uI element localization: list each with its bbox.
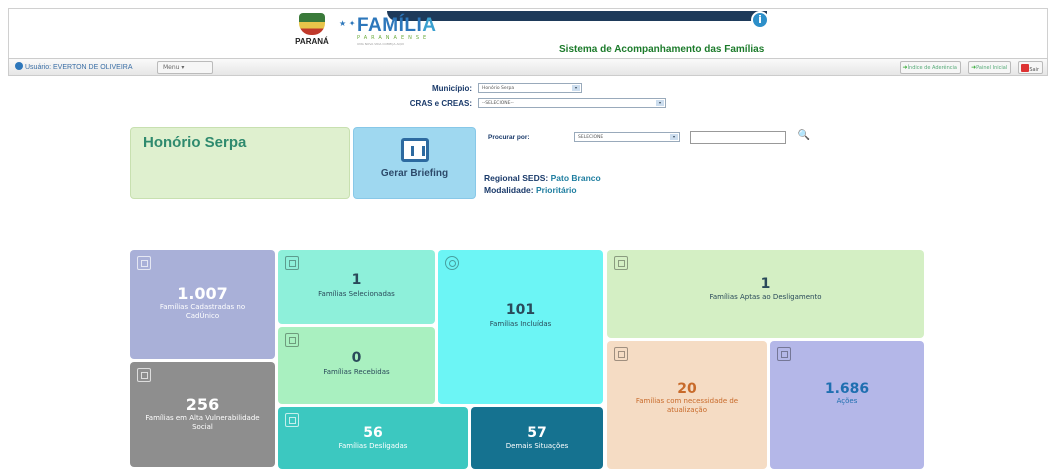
user-label: Usuário: EVERTON DE OLIVEIRA	[15, 62, 133, 71]
cras-label: CRAS e CREAS:	[409, 99, 472, 108]
city-name: Honório Serpa	[143, 134, 247, 151]
tile-value: 1	[351, 272, 362, 288]
regional-info: Regional SEDS: Pato Branco	[484, 173, 601, 183]
tile-label: Famílias Selecionadas	[318, 290, 395, 298]
tile-atualizacao[interactable]: 20 Famílias com necessidade de atualizaç…	[607, 341, 767, 469]
modalidade-info: Modalidade: Prioritário	[484, 185, 577, 195]
municipio-select[interactable]: Honório Serpa ▾	[478, 83, 582, 93]
tile-value: 1.686	[824, 381, 870, 397]
tile-label: Famílias Desligadas	[338, 442, 408, 450]
tile-label: Famílias Cadastradas no	[159, 303, 246, 311]
search-input[interactable]	[690, 131, 786, 144]
target-icon	[445, 256, 459, 270]
chevron-down-icon: ▾	[656, 100, 664, 106]
house-icon	[137, 256, 151, 270]
tile-label: Famílias com necessidade de	[635, 397, 739, 405]
toolbar-right-actions: ➜Índice de Aderência ➜Painel Inicial Sai…	[898, 61, 1043, 74]
system-title: Sistema de Acompanhamento das Famílias	[559, 44, 765, 55]
parana-logo-text: PARANÁ	[295, 37, 329, 46]
tile-label: Famílias Recebidas	[323, 368, 390, 376]
search-icon: 🔍	[797, 130, 811, 141]
report-chart-icon	[400, 138, 429, 162]
app-header: i PARANÁ ★ ✦ FAMÍLIA PARANAENSE UMA NOVA…	[8, 8, 1048, 58]
tile-desligadas[interactable]: 56 Famílias Desligadas	[278, 407, 468, 469]
city-panel: Honório Serpa	[130, 127, 350, 199]
clipboard-icon	[777, 347, 791, 361]
search-by-select[interactable]: SELECIONE ▾	[574, 132, 680, 142]
chevron-down-icon: ▾	[670, 134, 678, 140]
briefing-label: Gerar Briefing	[380, 168, 449, 179]
tile-label: Famílias em Alta Vulnerabilidade	[145, 414, 260, 422]
tile-label: atualização	[666, 406, 708, 414]
familia-slogan: UMA NOVA VIDA COMEÇA AQUI	[357, 42, 404, 46]
tile-aptas-desligamento[interactable]: 1 Famílias Aptas ao Desligamento	[607, 250, 924, 338]
house-check-icon	[614, 256, 628, 270]
tile-value: 56	[363, 425, 383, 441]
search-document-icon	[285, 256, 299, 270]
exit-button[interactable]: Sair	[1018, 61, 1043, 74]
tile-cadastradas[interactable]: 1.007 Famílias Cadastradas no CadÚnico	[130, 250, 275, 359]
building-icon	[137, 368, 151, 382]
familia-logo: FAMÍLIA PARANAENSE UMA NOVA VIDA COMEÇA …	[357, 15, 447, 57]
tile-value: 101	[505, 302, 536, 318]
user-icon	[15, 62, 23, 70]
tile-value: 20	[677, 381, 697, 397]
tile-label: Famílias Incluídas	[489, 320, 552, 328]
coat-of-arms-icon	[299, 13, 325, 35]
tile-recebidas[interactable]: 0 Famílias Recebidas	[278, 327, 435, 404]
tile-value: 0	[351, 350, 362, 366]
search-button[interactable]: 🔍	[796, 130, 812, 145]
exit-list-icon	[285, 413, 299, 427]
chevron-down-icon: ▾	[572, 85, 580, 91]
tile-label: Demais Situações	[505, 442, 569, 450]
page-root: i PARANÁ ★ ✦ FAMÍLIA PARANAENSE UMA NOVA…	[0, 0, 1063, 471]
home-panel-button[interactable]: ➜Painel Inicial	[968, 61, 1012, 74]
tile-demais-situacoes[interactable]: 57 Demais Situações	[471, 407, 603, 469]
tile-label: Ações	[836, 397, 858, 405]
cras-select[interactable]: --SELECIONE-- ▾	[478, 98, 666, 108]
generate-briefing-button[interactable]: Gerar Briefing	[353, 127, 476, 199]
search-by-label: Procurar por:	[488, 134, 530, 141]
transfer-icon	[285, 333, 299, 347]
tile-incluidas[interactable]: 101 Famílias Incluídas	[438, 250, 603, 404]
tile-acoes[interactable]: 1.686 Ações	[770, 341, 924, 469]
info-icon[interactable]: i	[751, 11, 769, 29]
menu-button[interactable]: Menu ▾	[157, 61, 213, 74]
tile-label: Famílias Aptas ao Desligamento	[709, 293, 822, 301]
tile-value: 1.007	[177, 284, 228, 303]
user-toolbar: Usuário: EVERTON DE OLIVEIRA Menu ▾ ➜Índ…	[8, 58, 1048, 76]
adherence-index-button[interactable]: ➜Índice de Aderência	[899, 61, 961, 74]
tile-label: CadÚnico	[185, 312, 220, 320]
tile-value: 1	[760, 276, 771, 292]
parana-logo: PARANÁ	[294, 13, 330, 53]
familia-logo-text: FAMÍLIA	[357, 15, 437, 36]
people-alert-icon	[614, 347, 628, 361]
tile-value: 256	[185, 395, 220, 414]
tile-alta-vulnerabilidade[interactable]: 256 Famílias em Alta Vulnerabilidade Soc…	[130, 362, 275, 467]
municipio-label: Município:	[432, 84, 472, 93]
tile-selecionadas[interactable]: 1 Famílias Selecionadas	[278, 250, 435, 324]
tile-label: Social	[192, 423, 213, 431]
tile-value: 57	[527, 425, 547, 441]
